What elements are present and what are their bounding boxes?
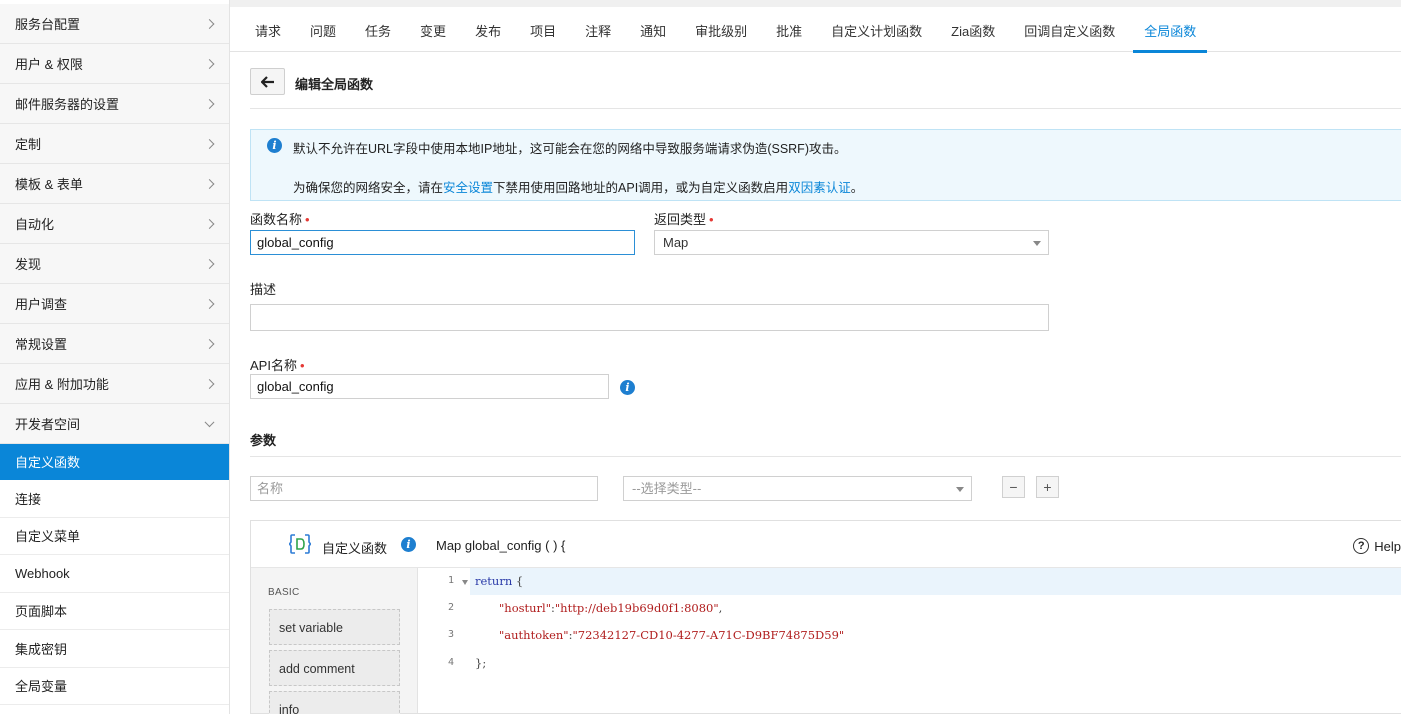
caret-down-icon (1033, 241, 1041, 246)
remove-param-button[interactable]: − (1002, 476, 1025, 498)
description-label: 描述 (250, 282, 277, 297)
info-icon: i (267, 138, 282, 153)
ssrf-info-banner: i 默认不允许在URL字段中使用本地IP地址，这可能会在您的网络中导致服务端请求… (250, 129, 1401, 201)
description-input[interactable] (250, 304, 1049, 331)
sidebar-item-users-permissions[interactable]: 用户 & 权限 (0, 44, 229, 84)
sidebar-subitem-page-scripts[interactable]: 页面脚本 (0, 592, 229, 630)
tab-approval-levels[interactable]: 审批级别 (684, 7, 758, 52)
page-title: 编辑全局函数 (295, 77, 374, 92)
sidebar-item-developer-space[interactable]: 开发者空间 (0, 404, 229, 444)
snippet-set-variable[interactable]: set variable (269, 609, 400, 645)
return-type-label: 返回类型 • (654, 212, 714, 227)
sidebar-subitem-webhook[interactable]: Webhook (0, 555, 229, 593)
sidebar-item-service-desk-config[interactable]: 服务台配置 (0, 4, 229, 44)
code-area[interactable]: return { "hosturl":"http://deb19b69d0f1:… (470, 568, 1401, 713)
sidebar-item-automation[interactable]: 自动化 (0, 204, 229, 244)
chevron-right-icon (204, 378, 215, 389)
line-number: 1 (447, 575, 454, 586)
line-number: 4 (447, 657, 454, 668)
sidebar-item-customization[interactable]: 定制 (0, 124, 229, 164)
chevron-right-icon (204, 218, 215, 229)
sidebar-subitem-integration-keys[interactable]: 集成密钥 (0, 630, 229, 668)
snippet-palette: BASIC set variable add comment info (251, 568, 418, 714)
tab-bar: 请求 问题 任务 变更 发布 项目 注释 通知 审批级别 批准 自定义计划函数 … (230, 0, 1401, 53)
tab-notes[interactable]: 注释 (574, 7, 622, 52)
chevron-down-icon (204, 416, 215, 427)
question-icon: ? (1353, 538, 1370, 554)
editor-function-type: 自定义函数 (322, 541, 388, 556)
required-mark: • (305, 212, 310, 227)
sidebar-item-mail-server[interactable]: 邮件服务器的设置 (0, 84, 229, 124)
caret-down-icon (956, 487, 964, 492)
tab-zia-functions[interactable]: Zia函数 (940, 7, 1006, 52)
divider (250, 108, 1401, 109)
snippet-add-comment[interactable]: add comment (269, 650, 400, 686)
function-signature: Map global_config ( ) { (436, 538, 566, 553)
editor-header: 自定义函数 i Map global_config ( ) { ? Help (251, 521, 1401, 568)
chevron-right-icon (204, 58, 215, 69)
tab-changes[interactable]: 变更 (409, 7, 457, 52)
sidebar-subitem-global-variables[interactable]: 全局变量 (0, 667, 229, 705)
chevron-right-icon (204, 138, 215, 149)
arrow-left-icon (260, 75, 274, 88)
required-mark: • (709, 212, 714, 227)
code-line[interactable]: }; (470, 650, 1401, 677)
add-param-button[interactable]: + (1036, 476, 1059, 498)
security-settings-link[interactable]: 安全设置 (443, 181, 493, 195)
tab-approvals[interactable]: 批准 (765, 7, 813, 52)
return-type-select[interactable]: Map (654, 230, 1049, 255)
line-gutter: 1 2 3 4 (418, 568, 470, 713)
param-name-input[interactable] (250, 476, 598, 501)
code-line[interactable]: return { (470, 568, 1401, 595)
param-type-select[interactable]: --选择类型-- (623, 476, 972, 501)
deluge-script-editor: 自定义函数 i Map global_config ( ) { ? Help BA… (250, 520, 1401, 714)
tab-tasks[interactable]: 任务 (354, 7, 402, 52)
function-name-label: 函数名称 • (250, 212, 310, 227)
tab-global-functions[interactable]: 全局函数 (1133, 7, 1208, 53)
chevron-right-icon (204, 258, 215, 269)
sidebar-subitem-custom-menu[interactable]: 自定义菜单 (0, 517, 229, 555)
chevron-right-icon (204, 98, 215, 109)
api-name-label: API名称 • (250, 358, 305, 373)
fold-arrow-icon[interactable] (462, 580, 468, 585)
chevron-right-icon (204, 178, 215, 189)
sidebar-item-apps-addons[interactable]: 应用 & 附加功能 (0, 364, 229, 404)
sidebar-item-discovery[interactable]: 发现 (0, 244, 229, 284)
banner-line-1: 默认不允许在URL字段中使用本地IP地址，这可能会在您的网络中导致服务端请求伪造… (293, 142, 847, 156)
code-line[interactable]: "hosturl":"http://deb19b69d0f1:8080", (470, 595, 1401, 622)
help-button[interactable]: ? Help (1353, 538, 1401, 554)
required-mark: • (299, 358, 305, 373)
chevron-right-icon (204, 338, 215, 349)
tab-custom-schedule-functions[interactable]: 自定义计划函数 (820, 7, 933, 52)
divider (250, 456, 1401, 457)
function-name-input[interactable] (250, 230, 635, 255)
sidebar-item-user-survey[interactable]: 用户调查 (0, 284, 229, 324)
info-icon[interactable]: i (620, 380, 635, 395)
sidebar-item-templates-forms[interactable]: 模板 & 表单 (0, 164, 229, 204)
tab-problems[interactable]: 问题 (299, 7, 347, 52)
tab-callback-custom-functions[interactable]: 回调自定义函数 (1013, 7, 1126, 52)
sidebar-item-general-settings[interactable]: 常规设置 (0, 324, 229, 364)
two-factor-auth-link[interactable]: 双因素认证 (788, 181, 851, 195)
custom-function-logo-icon (289, 534, 311, 554)
info-icon[interactable]: i (401, 537, 416, 552)
back-button[interactable] (250, 68, 285, 95)
palette-section-title: BASIC (268, 587, 300, 598)
chevron-right-icon (204, 18, 215, 29)
chevron-right-icon (204, 298, 215, 309)
snippet-info[interactable]: info (269, 691, 400, 714)
line-number: 3 (447, 629, 454, 640)
line-number: 2 (447, 602, 454, 613)
sidebar: 服务台配置 用户 & 权限 邮件服务器的设置 定制 模板 & 表单 自动化 发现… (0, 0, 230, 714)
tab-projects[interactable]: 项目 (519, 7, 567, 52)
api-name-input[interactable] (250, 374, 609, 399)
parameters-section-title: 参数 (250, 433, 277, 448)
tab-requests[interactable]: 请求 (244, 7, 292, 52)
banner-line-2: 为确保您的网络安全，请在安全设置下禁用使用回路地址的API调用，或为自定义函数启… (293, 181, 864, 195)
sidebar-subitem-custom-functions[interactable]: 自定义函数 (0, 444, 229, 480)
tab-releases[interactable]: 发布 (464, 7, 512, 52)
tab-notifications[interactable]: 通知 (629, 7, 677, 52)
sidebar-subitem-connections[interactable]: 连接 (0, 480, 229, 518)
code-line[interactable]: "authtoken":"72342127-CD10-4277-A71C-D9B… (470, 622, 1401, 649)
